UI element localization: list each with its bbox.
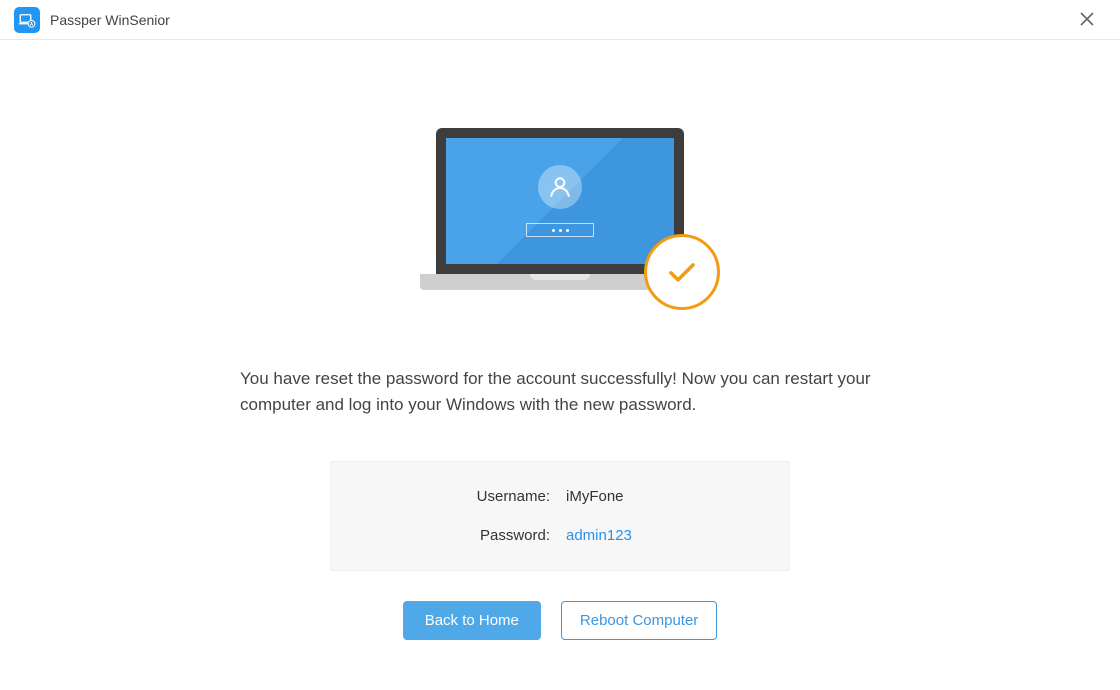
username-value: iMyFone: [560, 488, 769, 505]
username-label: Username:: [351, 488, 560, 505]
main-content: You have reset the password for the acco…: [0, 40, 1120, 640]
password-row: Password: admin123: [351, 527, 769, 544]
user-avatar-icon: [538, 165, 582, 209]
username-row: Username: iMyFone: [351, 488, 769, 505]
password-box-icon: [526, 223, 594, 237]
laptop-notch: [530, 274, 590, 280]
app-title: Passper WinSenior: [50, 12, 170, 28]
reboot-computer-button[interactable]: Reboot Computer: [561, 601, 717, 640]
app-logo-icon: [14, 7, 40, 33]
back-to-home-button[interactable]: Back to Home: [403, 601, 541, 640]
button-row: Back to Home Reboot Computer: [403, 601, 718, 640]
success-check-icon: [644, 234, 720, 310]
success-illustration: [420, 128, 700, 308]
password-label: Password:: [351, 527, 560, 544]
close-button[interactable]: [1072, 6, 1102, 34]
credentials-box: Username: iMyFone Password: admin123: [330, 461, 790, 571]
laptop-screen: [446, 138, 674, 264]
success-message: You have reset the password for the acco…: [240, 366, 880, 419]
password-value: admin123: [560, 527, 769, 544]
titlebar: Passper WinSenior: [0, 0, 1120, 40]
